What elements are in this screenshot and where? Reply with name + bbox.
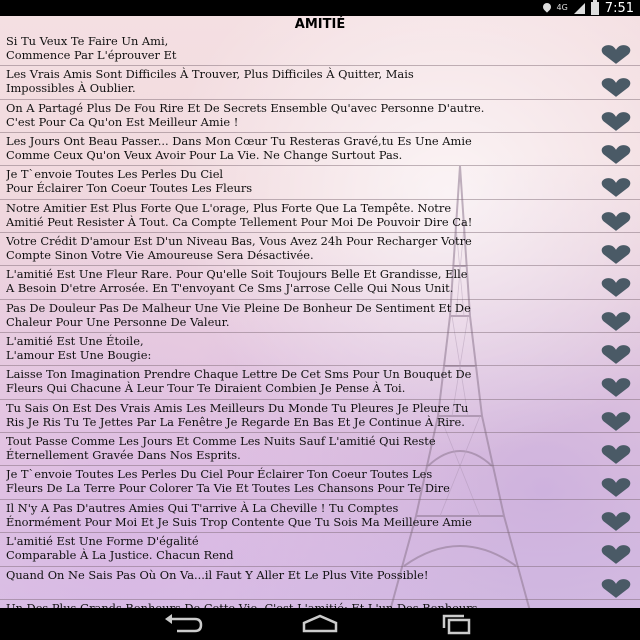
quote-text: Tout Passe Comme Les Jours Et Comme Les … [6,434,436,463]
favorite-heart-icon[interactable] [601,578,631,598]
quote-text: Tu Sais On Est Des Vrais Amis Les Meille… [6,400,469,429]
back-icon[interactable] [163,613,203,635]
quote-row[interactable]: Les Jours Ont Beau Passer... Dans Mon Cœ… [0,133,640,167]
favorite-heart-icon[interactable] [601,278,631,298]
favorite-heart-icon[interactable] [601,45,631,64]
battery-icon [590,0,599,15]
network-type-label: 4G [556,3,568,12]
favorite-heart-icon[interactable] [601,411,631,431]
quote-text: Les Jours Ont Beau Passer... Dans Mon Cœ… [6,134,472,163]
recent-apps-icon[interactable] [437,613,477,635]
quote-row[interactable]: L'amitié Est Une Fleur Rare. Pour Qu'ell… [0,266,640,300]
quote-text: Je T`envoie Toutes Les Perles Du Ciel Po… [6,167,253,196]
quote-row[interactable]: L'amitié Est Une Forme D'égalité Compara… [0,533,640,567]
quote-text: Pas De Douleur Pas De Malheur Une Vie Pl… [6,300,471,329]
quote-list[interactable]: Si Tu Veux Te Faire Un Ami, Commence Par… [0,33,640,608]
quote-row[interactable]: Votre Crédit D'amour Est D'un Niveau Bas… [0,233,640,267]
quote-text: L'amitié Est Une Fleur Rare. Pour Qu'ell… [6,267,468,296]
quote-text: L'amitié Est Une Forme D'égalité Compara… [6,534,234,563]
favorite-heart-icon[interactable] [601,178,631,198]
phone-screen: 4G 7:51 AMITIÉ Si Tu Veux Te Faire Un Am… [0,0,640,640]
quote-row[interactable]: Un Des Plus Grands Bonheurs De Cette Vie… [0,600,640,608]
quote-row[interactable]: Je T`envoie Toutes Les Perles Du Ciel Po… [0,166,640,200]
favorite-heart-icon[interactable] [601,211,631,231]
quote-list-screen: AMITIÉ Si Tu Veux Te Faire Un Ami, Comme… [0,16,640,608]
quote-text: Un Des Plus Grands Bonheurs De Cette Vie… [6,600,478,608]
quote-row[interactable]: Tout Passe Comme Les Jours Et Comme Les … [0,433,640,467]
navigation-bar [0,608,640,640]
favorite-heart-icon[interactable] [601,111,631,131]
quote-text: L'amitié Est Une Étoile, L'amour Est Une… [6,334,152,363]
signal-icon [573,2,585,14]
home-icon[interactable] [300,613,340,635]
quote-text: Je T`envoie Toutes Les Perles Du Ciel Po… [6,467,450,496]
favorite-heart-icon[interactable] [601,245,631,264]
quote-text: Notre Amitier Est Plus Forte Que L'orage… [6,200,473,229]
quote-text: Laisse Ton Imagination Prendre Chaque Le… [6,367,472,396]
favorite-heart-icon[interactable] [601,345,631,364]
quote-row[interactable]: Si Tu Veux Te Faire Un Ami, Commence Par… [0,33,640,67]
quote-row[interactable]: Laisse Ton Imagination Prendre Chaque Le… [0,366,640,400]
status-bar: 4G 7:51 [0,0,640,16]
favorite-heart-icon[interactable] [601,545,631,565]
location-icon [543,3,551,13]
favorite-heart-icon[interactable] [601,145,631,164]
quote-row[interactable]: Notre Amitier Est Plus Forte Que L'orage… [0,200,640,234]
favorite-heart-icon[interactable] [601,511,631,531]
favorite-heart-icon[interactable] [601,378,631,398]
quote-text: On A Partagé Plus De Fou Rire Et De Secr… [6,100,485,129]
quote-text: Quand On Ne Sais Pas Où On Va...il Faut … [6,567,429,582]
favorite-heart-icon[interactable] [601,445,631,464]
quote-text: Si Tu Veux Te Faire Un Ami, Commence Par… [6,34,177,62]
quote-row[interactable]: Pas De Douleur Pas De Malheur Une Vie Pl… [0,300,640,334]
quote-row[interactable]: Tu Sais On Est Des Vrais Amis Les Meille… [0,400,640,434]
favorite-heart-icon[interactable] [601,311,631,331]
quote-text: Votre Crédit D'amour Est D'un Niveau Bas… [6,234,472,263]
quote-row[interactable]: L'amitié Est Une Étoile, L'amour Est Une… [0,333,640,367]
quote-row[interactable]: Il N'y A Pas D'autres Amies Qui T'arrive… [0,500,640,534]
quote-row[interactable]: Les Vrais Amis Sont Difficiles À Trouver… [0,66,640,100]
quote-text: Les Vrais Amis Sont Difficiles À Trouver… [6,67,414,96]
quote-row[interactable]: Je T`envoie Toutes Les Perles Du Ciel Po… [0,466,640,500]
page-title: AMITIÉ [294,17,346,32]
quote-row[interactable]: On A Partagé Plus De Fou Rire Et De Secr… [0,100,640,134]
favorite-heart-icon[interactable] [601,478,631,498]
status-clock: 7:51 [604,0,634,16]
quote-row[interactable]: Quand On Ne Sais Pas Où On Va...il Faut … [0,567,640,600]
quote-text: Il N'y A Pas D'autres Amies Qui T'arrive… [6,500,472,529]
favorite-heart-icon[interactable] [601,78,631,98]
